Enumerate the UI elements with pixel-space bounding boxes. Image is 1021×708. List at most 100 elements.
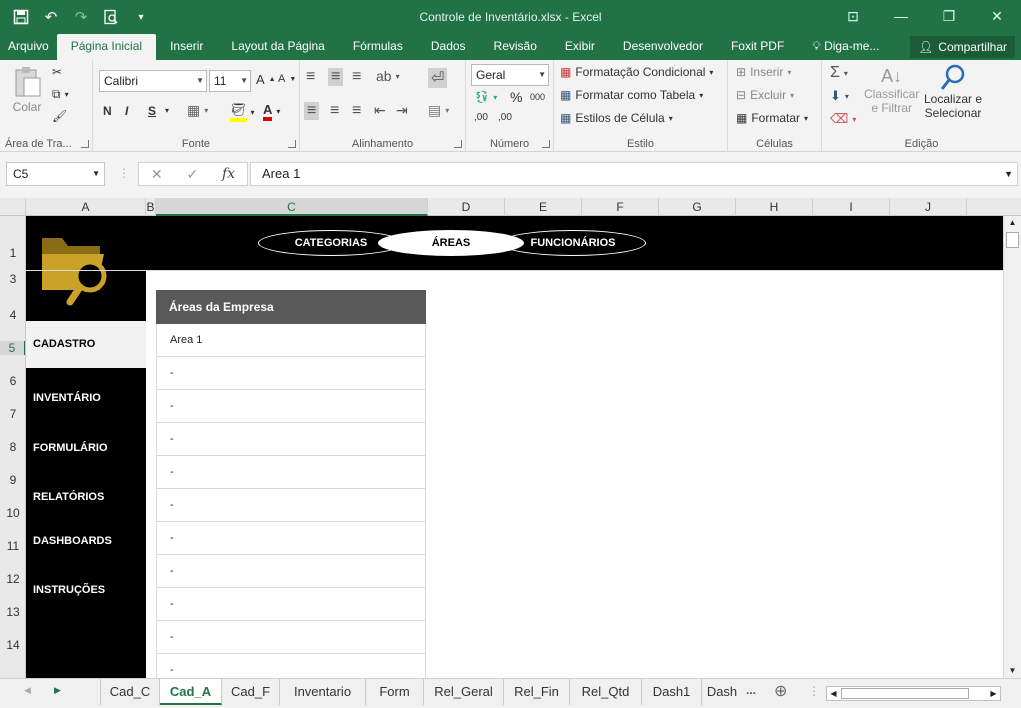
worksheet[interactable]: CATEGORIAS ÁREAS FUNCIONÁRIOS CADASTRO I… (26, 216, 1003, 678)
font-name-combo[interactable]: Calibri ▼ (99, 70, 207, 92)
column-header[interactable]: B (146, 198, 156, 216)
cell-styles-button[interactable]: ▦ Estilos de Célula ▾ (560, 111, 673, 125)
align-bottom-icon[interactable]: ≡ (352, 68, 361, 86)
table-row[interactable]: - (156, 555, 426, 588)
conditional-format-button[interactable]: ▦ Formatação Condicional ▾ (560, 65, 713, 79)
sheet-tab[interactable]: Dash (702, 679, 742, 705)
nav-funcionarios-button[interactable]: FUNCIONÁRIOS (500, 230, 646, 256)
table-row[interactable]: - (156, 654, 426, 678)
clipboard-launcher-icon[interactable] (81, 140, 89, 148)
tab-dados[interactable]: Dados (417, 34, 480, 60)
sheet-tab[interactable]: Inventario (280, 679, 366, 705)
sheet-tab[interactable]: Dash1 (642, 679, 702, 705)
tab-scroll-right-icon[interactable]: ▶ (54, 685, 61, 696)
table-row[interactable]: Area 1 (156, 324, 426, 357)
table-row[interactable]: - (156, 390, 426, 423)
more-tabs-button[interactable]: ... (746, 683, 756, 697)
cancel-icon[interactable]: ✕ (151, 166, 163, 183)
orientation-icon[interactable]: ab ▾ (376, 68, 400, 84)
minimize-icon[interactable]: — (877, 0, 925, 32)
row-header[interactable]: 13 (0, 605, 25, 619)
sheet-tab[interactable]: Cad_F (222, 679, 280, 705)
thousands-button[interactable]: 000 (530, 92, 545, 102)
formula-bar-splitter-icon[interactable]: ⋮ (118, 166, 130, 180)
menu-dashboards[interactable]: DASHBOARDS (26, 535, 146, 547)
column-header[interactable]: I (813, 198, 890, 216)
borders-icon[interactable]: ▦ ▾ (187, 102, 208, 119)
close-icon[interactable]: ✕ (973, 0, 1021, 32)
row-header[interactable]: 12 (0, 572, 25, 586)
horizontal-scrollbar[interactable]: ◀ ▶ (826, 686, 1001, 701)
align-middle-icon[interactable]: ≡ (328, 68, 344, 86)
sheet-tab[interactable]: Form (366, 679, 424, 705)
column-header[interactable]: F (582, 198, 659, 216)
sort-filter-button[interactable]: A↓ Classificar e Filtrar (864, 66, 919, 115)
number-launcher-icon[interactable] (542, 140, 550, 148)
menu-relatorios[interactable]: RELATÓRIOS (26, 491, 146, 503)
expand-formula-icon[interactable]: ▼ (1004, 163, 1013, 185)
tab-tell-me[interactable]: 💡︎ Diga-me... (798, 34, 893, 60)
underline-dropdown-icon[interactable]: ▾ (165, 106, 169, 115)
row-header[interactable]: 4 (0, 308, 25, 322)
scroll-thumb[interactable] (1006, 232, 1019, 248)
name-box[interactable]: C5 ▼ (6, 162, 105, 186)
tab-scroll-left-icon[interactable]: ◀ (24, 685, 31, 696)
table-row[interactable]: - (156, 357, 426, 390)
column-header[interactable]: G (659, 198, 736, 216)
decrease-indent-icon[interactable]: ⇤ (374, 102, 386, 119)
add-sheet-icon[interactable]: ⊕ (774, 681, 787, 701)
tab-exibir[interactable]: Exibir (551, 34, 609, 60)
decrease-font-icon[interactable]: A ▼ (278, 73, 296, 85)
cut-icon[interactable]: ✂ (52, 65, 62, 79)
row-header[interactable]: 11 (0, 539, 25, 553)
number-format-combo[interactable]: Geral ▼ (471, 64, 549, 86)
hscroll-thumb[interactable] (841, 688, 969, 699)
tab-formulas[interactable]: Fórmulas (339, 34, 417, 60)
find-select-button[interactable]: Localizar e Selecionar (924, 64, 982, 120)
increase-font-icon[interactable]: A ▲ (256, 72, 276, 87)
tab-layout[interactable]: Layout da Página (217, 34, 338, 60)
table-row[interactable]: - (156, 456, 426, 489)
autosum-icon[interactable]: Σ ▾ (830, 64, 848, 82)
alignment-launcher-icon[interactable] (454, 140, 462, 148)
format-painter-icon[interactable]: 🖌︎ (52, 109, 67, 123)
format-cells-button[interactable]: ▦ Formatar ▾ (736, 111, 808, 125)
tab-desenvolvedor[interactable]: Desenvolvedor (609, 34, 717, 60)
increase-decimal-button[interactable]: ,00 (474, 112, 488, 123)
format-as-table-button[interactable]: ▦ Formatar como Tabela ▾ (560, 88, 703, 102)
column-header[interactable]: A (26, 198, 146, 216)
font-launcher-icon[interactable] (288, 140, 296, 148)
menu-inventario[interactable]: INVENTÁRIO (26, 392, 146, 404)
fill-color-icon[interactable]: 🪣︎ ▾ (230, 102, 255, 122)
clear-icon[interactable]: ⌫ ▾ (830, 111, 856, 127)
row-header[interactable]: 3 (0, 272, 25, 286)
row-header[interactable]: 14 (0, 638, 25, 652)
column-header[interactable]: J (890, 198, 967, 216)
merge-center-icon[interactable]: ▤ ▾ (428, 102, 449, 119)
increase-indent-icon[interactable]: ⇥ (396, 102, 408, 119)
select-all-corner[interactable] (0, 198, 26, 216)
hscroll-left-icon[interactable]: ◀ (827, 687, 840, 700)
menu-formulario[interactable]: FORMULÁRIO (26, 442, 146, 454)
row-header[interactable]: 6 (0, 374, 25, 388)
align-right-icon[interactable]: ≡ (352, 102, 361, 120)
table-row[interactable]: - (156, 621, 426, 654)
bold-button[interactable]: N (103, 104, 112, 118)
row-header[interactable]: 7 (0, 407, 25, 421)
font-color-icon[interactable]: A ▾ (263, 102, 280, 121)
sheet-tab[interactable]: Rel_Fin (504, 679, 570, 705)
insert-function-icon[interactable]: fx (222, 166, 235, 182)
wrap-text-icon[interactable]: ⏎ (428, 68, 448, 88)
percent-button[interactable]: % (510, 89, 522, 105)
table-row[interactable]: - (156, 489, 426, 522)
tab-inserir[interactable]: Inserir (156, 34, 217, 60)
scroll-down-icon[interactable]: ▼ (1004, 664, 1021, 678)
currency-icon[interactable]: 💱︎ ▾ (474, 90, 497, 104)
sheet-tab-active[interactable]: Cad_A (160, 679, 222, 705)
align-center-icon[interactable]: ≡ (330, 102, 339, 120)
column-header[interactable]: H (736, 198, 813, 216)
share-button[interactable]: 👤︎ Compartilhar (910, 36, 1015, 58)
hscroll-right-icon[interactable]: ▶ (987, 687, 1000, 700)
delete-cells-button[interactable]: ⊟ Excluir ▾ (736, 88, 794, 102)
italic-button[interactable]: I (125, 104, 128, 118)
